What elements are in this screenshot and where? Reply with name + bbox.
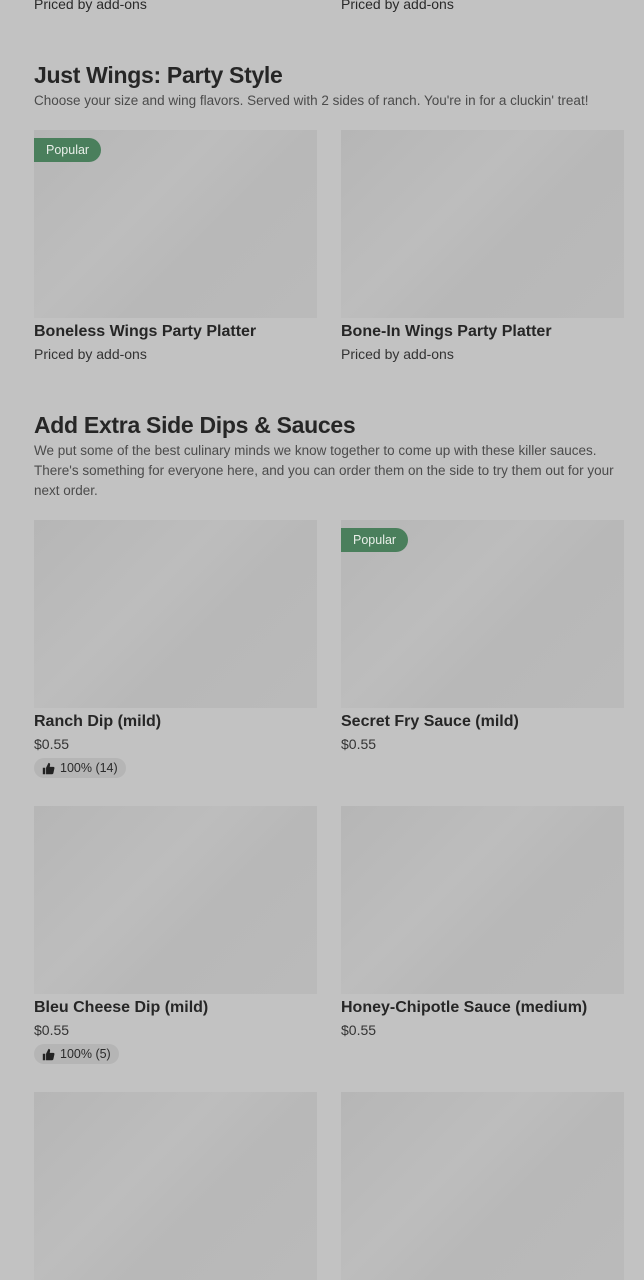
thumbs-up-icon: [42, 1048, 55, 1060]
previous-section-prices: Priced by add-ons Priced by add-ons: [34, 0, 624, 16]
rating-text: 100% (14): [60, 761, 118, 775]
popular-badge: Popular: [341, 528, 409, 552]
item-price: $0.55: [34, 1022, 70, 1038]
item-image[interactable]: Popular: [341, 520, 624, 708]
item-image[interactable]: [341, 806, 624, 994]
wings-section-header: Just Wings: Party Style Choose your size…: [34, 62, 624, 111]
section-description: Choose your size and wing flavors. Serve…: [34, 93, 589, 108]
menu-item-card[interactable]: Bleu Cheese Dip (mild) $0.55 100% (5): [34, 806, 317, 1066]
rating-badge: 100% (5): [34, 1044, 119, 1064]
menu-item-card[interactable]: Popular Boneless Wings Party Platter Pri…: [34, 130, 317, 364]
rating-text: 100% (5): [60, 1047, 111, 1061]
menu-item-card[interactable]: Ranch Dip (mild) $0.55 100% (14): [34, 520, 317, 780]
popular-badge: Popular: [34, 138, 102, 162]
dips-section-header: Add Extra Side Dips & Sauces We put some…: [34, 412, 624, 501]
item-name[interactable]: Ranch Dip (mild): [34, 712, 317, 732]
item-name[interactable]: Boneless Wings Party Platter: [34, 322, 317, 342]
item-price: Priced by add-ons: [341, 346, 454, 362]
item-name[interactable]: Honey-Chipotle Sauce (medium): [341, 998, 624, 1018]
menu-item-card[interactable]: [341, 1092, 624, 1280]
item-price: Priced by add-ons: [341, 0, 454, 12]
item-image[interactable]: [34, 520, 317, 708]
menu-item-card[interactable]: Honey-Chipotle Sauce (medium) $0.55: [341, 806, 624, 1040]
item-name[interactable]: Bone-In Wings Party Platter: [341, 322, 624, 342]
section-title: Just Wings: Party Style: [34, 62, 283, 88]
menu-item-card[interactable]: Bone-In Wings Party Platter Priced by ad…: [341, 130, 624, 364]
item-image[interactable]: [341, 130, 624, 318]
item-image[interactable]: [34, 806, 317, 994]
item-image[interactable]: [341, 1092, 624, 1280]
item-price: $0.55: [341, 736, 377, 752]
item-name[interactable]: Bleu Cheese Dip (mild): [34, 998, 317, 1018]
rating-badge: 100% (14): [34, 758, 126, 778]
section-title: Add Extra Side Dips & Sauces: [34, 412, 356, 438]
menu-item-card[interactable]: Popular Secret Fry Sauce (mild) $0.55: [341, 520, 624, 754]
menu-item-card[interactable]: [34, 1092, 317, 1280]
item-image[interactable]: Popular: [34, 130, 317, 318]
item-price: $0.55: [341, 1022, 377, 1038]
item-image[interactable]: [34, 1092, 317, 1280]
item-name[interactable]: Secret Fry Sauce (mild): [341, 712, 624, 732]
thumbs-up-icon: [42, 762, 55, 774]
item-price: $0.55: [34, 736, 70, 752]
item-price: Priced by add-ons: [34, 0, 147, 12]
item-price: Priced by add-ons: [34, 346, 147, 362]
section-description: We put some of the best culinary minds w…: [34, 443, 614, 498]
